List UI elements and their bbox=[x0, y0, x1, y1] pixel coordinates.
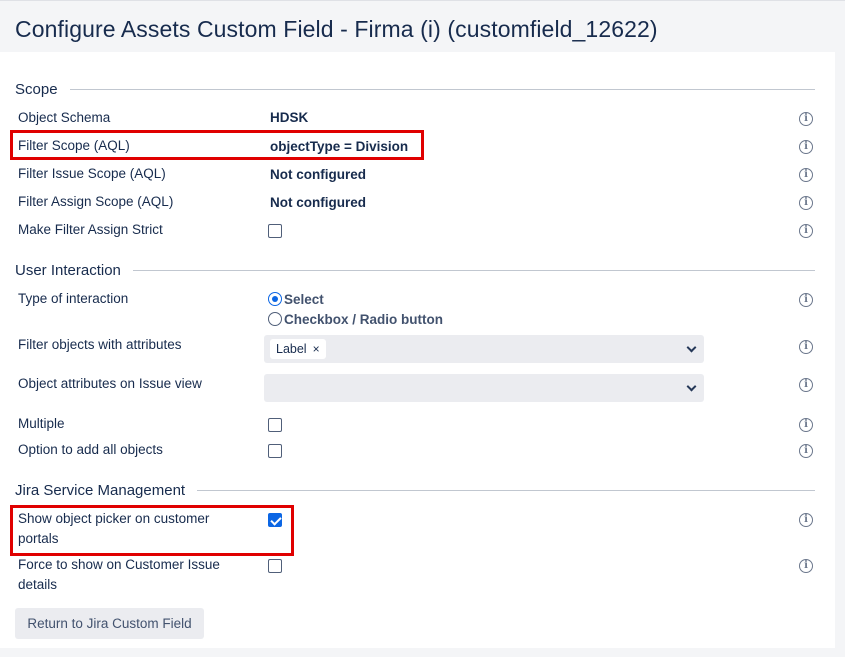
info-icon[interactable]: i bbox=[799, 340, 813, 354]
info-icon[interactable]: i bbox=[799, 444, 813, 458]
info-icon[interactable]: i bbox=[799, 378, 813, 392]
radio-select-label: Select bbox=[284, 291, 324, 307]
chevron-down-icon[interactable] bbox=[686, 381, 697, 392]
filter-objects-label: Filter objects with attributes bbox=[18, 337, 182, 352]
section-user-interaction: User Interaction bbox=[15, 260, 815, 280]
chevron-down-icon[interactable] bbox=[686, 342, 697, 353]
radio-button[interactable] bbox=[268, 292, 282, 306]
object-schema-value: HDSK bbox=[270, 110, 309, 125]
info-icon[interactable]: i bbox=[799, 559, 813, 573]
section-title: User Interaction bbox=[15, 261, 121, 279]
info-icon[interactable]: i bbox=[799, 140, 813, 154]
multiple-label: Multiple bbox=[18, 416, 65, 431]
radio-checkbox-label: Checkbox / Radio button bbox=[284, 311, 444, 327]
filter-issue-scope-value: Not configured bbox=[270, 167, 366, 182]
page-header: Configure Assets Custom Field - Firma (i… bbox=[0, 0, 845, 52]
option-add-all-label: Option to add all objects bbox=[18, 442, 163, 457]
make-filter-assign-strict-checkbox[interactable] bbox=[268, 224, 282, 238]
multiple-checkbox[interactable] bbox=[268, 418, 282, 432]
radio-button[interactable] bbox=[268, 312, 282, 326]
section-divider bbox=[69, 88, 815, 90]
make-filter-assign-strict-label: Make Filter Assign Strict bbox=[18, 222, 163, 237]
filter-assign-scope-value: Not configured bbox=[270, 195, 366, 210]
section-scope: Scope bbox=[15, 79, 815, 99]
object-attributes-select[interactable] bbox=[264, 374, 704, 402]
radio-select[interactable]: Select bbox=[268, 290, 324, 308]
object-attributes-label: Object attributes on Issue view bbox=[18, 376, 202, 391]
object-schema-label: Object Schema bbox=[18, 110, 111, 125]
info-icon[interactable]: i bbox=[799, 293, 813, 307]
highlight-box-object-picker bbox=[10, 505, 294, 556]
section-jsm: Jira Service Management bbox=[15, 480, 815, 500]
info-icon[interactable]: i bbox=[799, 418, 813, 432]
option-add-all-checkbox[interactable] bbox=[268, 444, 282, 458]
type-of-interaction-label: Type of interaction bbox=[18, 291, 129, 306]
info-icon[interactable]: i bbox=[799, 168, 813, 182]
return-to-custom-field-button[interactable]: Return to Jira Custom Field bbox=[15, 608, 204, 639]
info-icon[interactable]: i bbox=[799, 112, 813, 126]
radio-checkbox[interactable]: Checkbox / Radio button bbox=[268, 310, 443, 328]
force-show-label: Force to show on Customer Issue details bbox=[18, 557, 220, 592]
page-title: Configure Assets Custom Field - Firma (i… bbox=[15, 16, 658, 42]
info-icon[interactable]: i bbox=[799, 196, 813, 210]
section-title: Scope bbox=[15, 80, 58, 98]
info-icon[interactable]: i bbox=[799, 224, 813, 238]
close-icon[interactable]: × bbox=[313, 342, 320, 356]
filter-objects-select[interactable]: Label × bbox=[264, 335, 704, 363]
tag-label: Label bbox=[276, 342, 307, 356]
info-icon[interactable]: i bbox=[799, 513, 813, 527]
filter-issue-scope-label: Filter Issue Scope (AQL) bbox=[18, 166, 166, 181]
selected-tag: Label × bbox=[270, 339, 326, 359]
force-show-checkbox[interactable] bbox=[268, 559, 282, 573]
section-divider bbox=[197, 489, 815, 491]
filter-assign-scope-label: Filter Assign Scope (AQL) bbox=[18, 194, 174, 209]
section-divider bbox=[132, 269, 815, 271]
configure-page: Configure Assets Custom Field - Firma (i… bbox=[0, 0, 845, 648]
section-title: Jira Service Management bbox=[15, 481, 186, 499]
highlight-box-filter-scope bbox=[10, 130, 424, 160]
